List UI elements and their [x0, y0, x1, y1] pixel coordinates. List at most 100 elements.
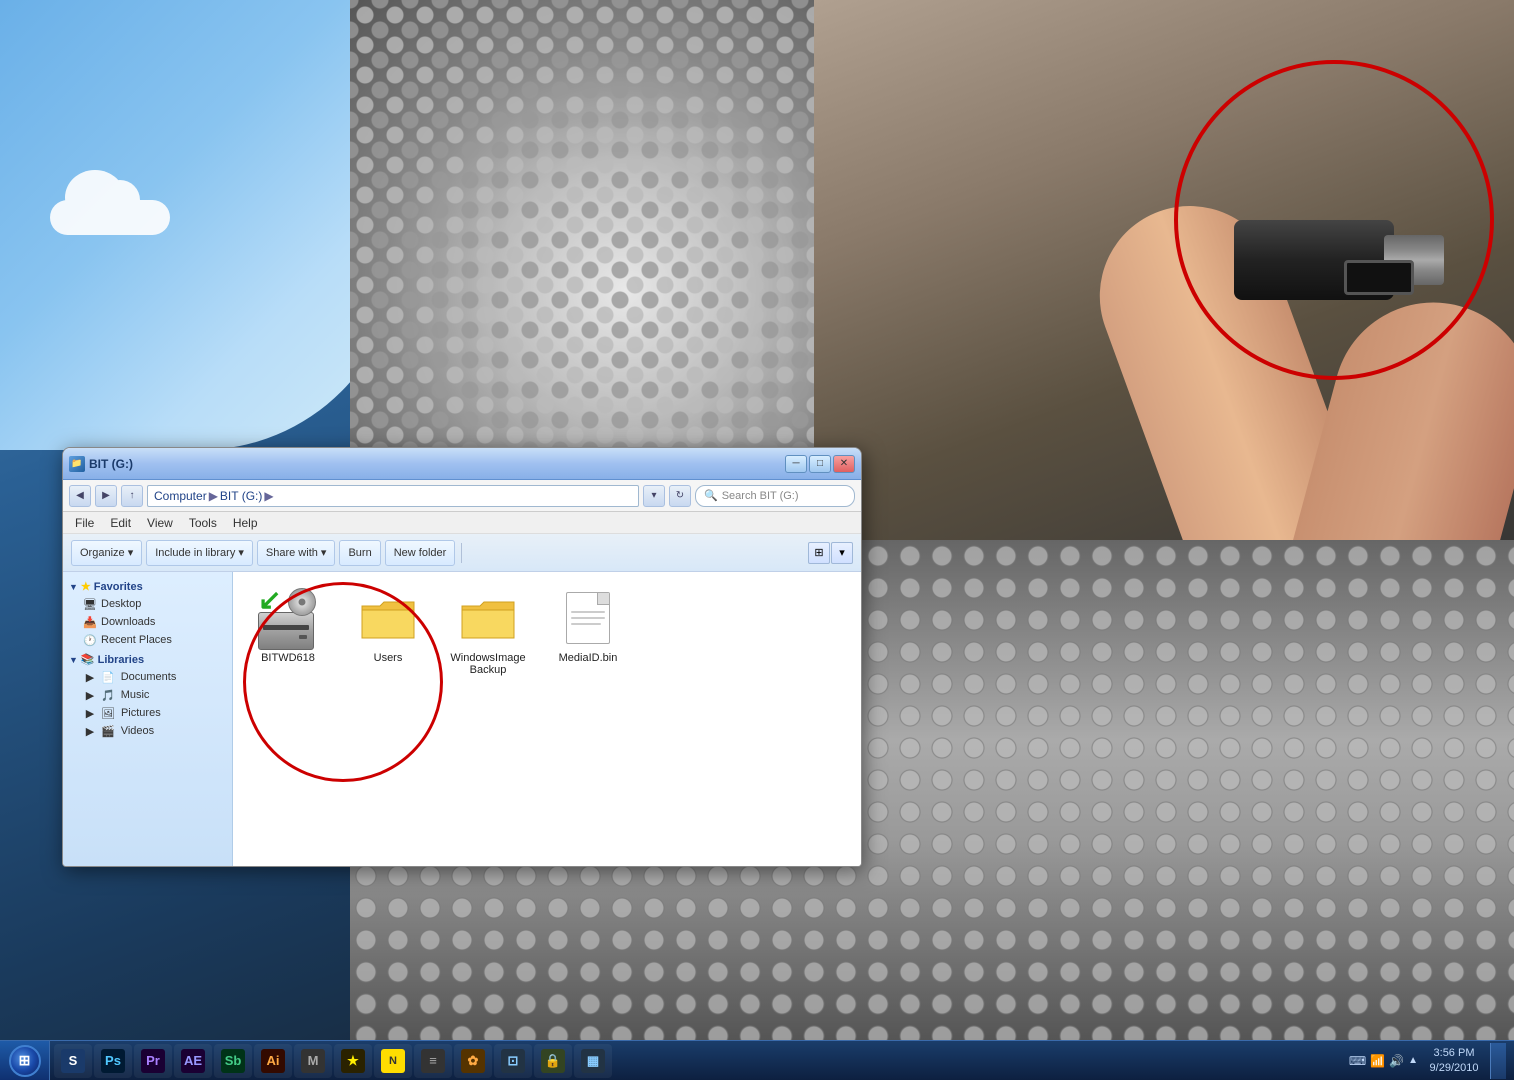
taskbar-app-misc3[interactable]: ≡: [414, 1044, 452, 1078]
minimize-button[interactable]: ─: [785, 455, 807, 473]
start-button[interactable]: ⊞: [0, 1041, 50, 1080]
view-dropdown-button[interactable]: ▾: [831, 542, 853, 564]
taskbar-app-ae[interactable]: AE: [174, 1044, 212, 1078]
desktop-label: Desktop: [101, 598, 141, 610]
misc4-icon: ✿: [461, 1049, 485, 1073]
taskbar-app-norton[interactable]: N: [374, 1044, 412, 1078]
sidebar-item-documents[interactable]: ▶ 📄 Documents: [63, 668, 232, 686]
drive-base: [258, 612, 314, 650]
libraries-section: ▼ 📚 Libraries ▶ 📄 Documents ▶ 🎵 Music ▶ …: [63, 651, 232, 740]
taskbar-app-misc7[interactable]: ▦: [574, 1044, 612, 1078]
pictures-label: Pictures: [121, 707, 161, 719]
view-mode-button[interactable]: ⊞: [808, 542, 830, 564]
search-icon: 🔍: [704, 489, 718, 502]
maximize-button[interactable]: □: [809, 455, 831, 473]
sidebar-item-downloads[interactable]: 📥 Downloads: [63, 613, 232, 631]
burn-button[interactable]: Burn: [339, 540, 380, 566]
close-button[interactable]: ✕: [833, 455, 855, 473]
sidebar-item-pictures[interactable]: ▶ 🖼 Pictures: [63, 704, 232, 722]
new-folder-button[interactable]: New folder: [385, 540, 456, 566]
taskbar-app-misc6[interactable]: 🔒: [534, 1044, 572, 1078]
menu-help[interactable]: Help: [227, 515, 264, 531]
toolbar: Organize ▾ Include in library ▾ Share wi…: [63, 534, 861, 572]
red-circle-annotation: [1174, 60, 1494, 380]
libraries-header[interactable]: ▼ 📚 Libraries: [63, 651, 232, 668]
file-item-users[interactable]: Users: [343, 582, 433, 680]
breadcrumb-arrow-1: ▶: [209, 489, 218, 503]
file-label-bitwd618: BITWD618: [261, 652, 315, 664]
tray-icons: ⌨ 📶 🔊 ▲: [1349, 1054, 1418, 1068]
taskbar-app-misc5[interactable]: ⊡: [494, 1044, 532, 1078]
address-dropdown-button[interactable]: ▾: [643, 485, 665, 507]
downloads-label: Downloads: [101, 616, 155, 628]
clock[interactable]: 3:56 PM 9/29/2010: [1424, 1046, 1484, 1075]
menu-bar: File Edit View Tools Help: [63, 512, 861, 534]
folder-icon-users: [356, 586, 420, 650]
taskbar-app-premiere[interactable]: Pr: [134, 1044, 172, 1078]
folder-svg-users: [360, 594, 416, 642]
taskbar-app-illustrator[interactable]: Ai: [254, 1044, 292, 1078]
sidebar-item-music[interactable]: ▶ 🎵 Music: [63, 686, 232, 704]
forward-button[interactable]: ▶: [95, 485, 117, 507]
sidebar-item-desktop[interactable]: 🖥 Desktop: [63, 595, 232, 613]
title-bar-controls: ─ □ ✕: [785, 455, 855, 473]
search-box[interactable]: 🔍 Search BIT (G:): [695, 485, 855, 507]
include-in-library-button[interactable]: Include in library ▾: [146, 540, 253, 566]
bitwd618-container: ↙ BITWD618: [243, 582, 333, 680]
favorites-header[interactable]: ▼ ★ Favorites: [63, 578, 232, 595]
file-item-bitwd618[interactable]: ↙ BITWD618: [243, 582, 333, 668]
downloads-icon: 📥: [83, 615, 97, 629]
taskbar-app-soundbooth[interactable]: Sb: [214, 1044, 252, 1078]
file-area: ↙ BITWD618: [233, 572, 861, 866]
taskbar-app-misc1[interactable]: M: [294, 1044, 332, 1078]
refresh-button[interactable]: ↻: [669, 485, 691, 507]
address-breadcrumb[interactable]: Computer ▶ BIT (G:) ▶: [147, 485, 639, 507]
taskbar-app-photoshop[interactable]: Ps: [94, 1044, 132, 1078]
file-line-1: [571, 611, 605, 613]
folder-svg-wib: [460, 594, 516, 642]
misc5-icon: ⊡: [501, 1049, 525, 1073]
norton-icon: N: [381, 1049, 405, 1073]
videos-folder-icon: 🎬: [101, 725, 115, 738]
videos-label: Videos: [121, 725, 154, 737]
taskbar-app-misc2[interactable]: ★: [334, 1044, 372, 1078]
back-button[interactable]: ◀: [69, 485, 91, 507]
misc7-icon: ▦: [581, 1049, 605, 1073]
title-bar: 📁 BIT (G:) ─ □ ✕: [63, 448, 861, 480]
menu-edit[interactable]: Edit: [104, 515, 137, 531]
breadcrumb-part-drive[interactable]: BIT (G:): [220, 489, 262, 503]
breadcrumb-part-computer[interactable]: Computer: [154, 489, 207, 503]
file-item-mediaid-bin[interactable]: MediaID.bin: [543, 582, 633, 680]
recent-places-label: Recent Places: [101, 634, 172, 646]
pictures-folder-icon: 🖼: [101, 707, 115, 720]
up-button[interactable]: ↑: [121, 485, 143, 507]
sidebar-item-recent-places[interactable]: 🕐 Recent Places: [63, 631, 232, 649]
organize-button[interactable]: Organize ▾: [71, 540, 142, 566]
library-folder-icon: 📚: [81, 653, 95, 666]
misc1-icon: M: [301, 1049, 325, 1073]
libraries-arrow-icon: ▼: [69, 655, 78, 665]
documents-folder-icon: 📄: [101, 671, 115, 684]
menu-view[interactable]: View: [141, 515, 179, 531]
desktop-icon: 🖥: [83, 597, 97, 611]
menu-file[interactable]: File: [69, 515, 100, 531]
sidebar: ▼ ★ Favorites 🖥 Desktop 📥 Downloads 🕐 Re…: [63, 572, 233, 866]
content-area: ▼ ★ Favorites 🖥 Desktop 📥 Downloads 🕐 Re…: [63, 572, 861, 866]
drive-icon-bitwd618: ↙: [256, 586, 320, 650]
tray-keyboard-icon: ⌨: [1349, 1054, 1366, 1068]
taskbar-app-misc4[interactable]: ✿: [454, 1044, 492, 1078]
sidebar-item-videos[interactable]: ▶ 🎬 Videos: [63, 722, 232, 740]
file-item-windows-image-backup[interactable]: WindowsImageBackup: [443, 582, 533, 680]
menu-tools[interactable]: Tools: [183, 515, 223, 531]
favorites-star-icon: ★: [81, 580, 91, 593]
file-line-2: [571, 617, 605, 619]
share-with-button[interactable]: Share with ▾: [257, 540, 336, 566]
taskbar-app-steam[interactable]: S: [54, 1044, 92, 1078]
pictures-icon: ▶: [83, 706, 97, 720]
show-desktop-button[interactable]: [1490, 1043, 1506, 1079]
sky-background: [0, 0, 400, 450]
music-label: Music: [121, 689, 150, 701]
tray-arrow-icon[interactable]: ▲: [1408, 1055, 1418, 1066]
start-orb-icon: ⊞: [9, 1045, 41, 1077]
music-icon: ▶: [83, 688, 97, 702]
